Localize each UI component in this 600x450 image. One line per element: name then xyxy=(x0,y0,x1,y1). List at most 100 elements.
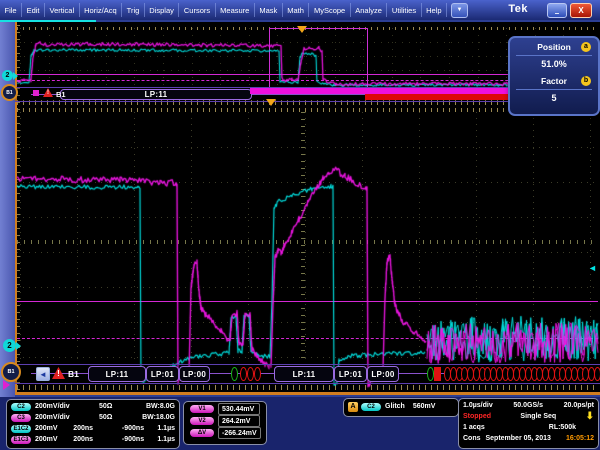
menu-edit[interactable]: Edit xyxy=(22,3,45,17)
menu-display[interactable]: Display xyxy=(145,3,180,17)
acq-mode: Single Seq xyxy=(520,413,556,420)
acq-count: 1 acqs xyxy=(463,424,485,431)
time: 16:05:12 xyxy=(566,435,594,442)
channel3-marker[interactable] xyxy=(3,380,10,390)
menu-file[interactable]: File xyxy=(0,3,22,17)
trigger-readout-panel: A C2 Glitch 560mV xyxy=(343,398,459,417)
grid-line xyxy=(106,28,107,86)
date: September 05, 2013 xyxy=(486,435,551,442)
bus-bar-main: ◄ ! B1 LP:11LP:01LP:00LP:11LP:01LP:00 xyxy=(15,364,600,384)
menu-cursors[interactable]: Cursors xyxy=(179,3,215,17)
channel2-marker[interactable]: 2 xyxy=(3,339,16,352)
channel-row: E1C3200mV200ns-900ns1.1µs xyxy=(7,434,179,445)
channel-readout-panel: C2200mV/div50ΩBW:8.0GC3200mV/div50ΩBW:18… xyxy=(6,399,180,449)
bus-b1-badge-main[interactable]: B1 xyxy=(1,362,21,382)
trigger-source-badge: C2 xyxy=(361,403,381,411)
grid-line xyxy=(420,28,421,86)
bus-segment: LP:00 xyxy=(367,366,399,382)
close-button[interactable]: X xyxy=(570,3,592,18)
tek-logo: Tek xyxy=(508,3,528,15)
grid-line xyxy=(449,28,450,86)
bus-segment: LP:11 xyxy=(88,366,146,382)
record-length: RL:500k xyxy=(549,424,576,431)
menu-myscope[interactable]: MyScope xyxy=(309,3,350,17)
channel-badge[interactable]: C2 xyxy=(11,403,31,411)
channel-row: E1C2200mV200ns-900ns1.1µs xyxy=(7,423,179,434)
bus-warning-icon: ! xyxy=(43,88,53,97)
factor-row: Factor b xyxy=(510,72,598,89)
bus-expand-icon[interactable]: ◄ xyxy=(36,367,50,381)
channel-row: C3200mV/div50ΩBW:18.0G xyxy=(7,412,179,423)
grid-line xyxy=(134,28,135,86)
bus-event-glyph xyxy=(254,367,261,381)
grid-line xyxy=(248,112,249,362)
minimize-button[interactable]: – xyxy=(547,3,567,18)
cons-label: Cons xyxy=(463,435,481,442)
bus-segment: LP:11 xyxy=(60,89,252,100)
menu-more-button[interactable]: ▼ xyxy=(451,3,468,18)
bus-event-glyph xyxy=(247,367,254,381)
zoom-position-marker[interactable] xyxy=(266,99,276,106)
grid-line xyxy=(20,28,21,86)
menu-measure[interactable]: Measure xyxy=(216,3,255,17)
bus-marker-icon xyxy=(33,90,39,96)
knob-b-icon[interactable]: b xyxy=(581,76,591,86)
trigger-a-icon: A xyxy=(348,402,358,412)
acquisition-readout-panel: 1.0µs/div 50.0GS/s 20.0ps/pt Stopped Sin… xyxy=(458,398,599,449)
position-row: Position a xyxy=(510,38,598,55)
cursor-line-v1[interactable] xyxy=(17,301,598,302)
grid-line xyxy=(17,252,598,253)
sample-rate: 50.0GS/s xyxy=(513,402,543,409)
channel-cell: -900ns xyxy=(106,425,144,432)
bus-event-glyph xyxy=(240,367,247,381)
main-right-marker-icon[interactable]: ◄ xyxy=(588,264,597,272)
bus-name-label: B1 xyxy=(68,369,79,379)
grid-line xyxy=(77,28,78,86)
channel-cell: 200ns xyxy=(73,436,106,443)
cursor-row: V2264.2mV xyxy=(186,415,264,427)
position-value[interactable]: 51.0% xyxy=(510,56,598,72)
grid-line xyxy=(191,112,192,362)
cursor-badge: V1 xyxy=(190,405,214,413)
grid-line xyxy=(392,28,393,86)
down-arrow-icon[interactable]: ⬇ xyxy=(586,413,594,421)
timebase: 1.0µs/div xyxy=(463,402,493,409)
channel-badge[interactable]: E1C2 xyxy=(11,425,31,433)
channel2-marker-overview[interactable]: 2 xyxy=(2,70,13,81)
menu-trig[interactable]: Trig xyxy=(122,3,145,17)
channel-cell: BW:18.0G xyxy=(125,414,175,421)
grid-line xyxy=(249,28,250,86)
grid-line xyxy=(590,112,591,362)
bus-segment: LP:11 xyxy=(274,366,334,382)
channel-cell: 1.1µs xyxy=(144,436,175,443)
bus-event-glyph xyxy=(594,367,600,381)
factor-label: Factor xyxy=(541,76,567,86)
knob-a-icon[interactable]: a xyxy=(581,42,591,52)
position-label: Position xyxy=(537,42,571,52)
menu-horizacq[interactable]: Horiz/Acq xyxy=(80,3,123,17)
menu-math[interactable]: Math xyxy=(283,3,310,17)
grid-line xyxy=(476,112,477,362)
cursor-value: -266.24mV xyxy=(218,427,261,439)
menu-analyze[interactable]: Analyze xyxy=(351,3,388,17)
grid-line xyxy=(17,322,598,323)
menu-vertical[interactable]: Vertical xyxy=(45,3,80,17)
channel-cell: -900ns xyxy=(106,436,144,443)
channel-cell: 1.1µs xyxy=(144,425,175,432)
channel-cell: BW:8.0G xyxy=(125,403,175,410)
menu-utilities[interactable]: Utilities xyxy=(387,3,421,17)
channel-badge[interactable]: E1C3 xyxy=(11,436,31,444)
menu-mask[interactable]: Mask xyxy=(255,3,283,17)
trigger-position-marker[interactable] xyxy=(297,26,307,33)
bus-event-glyph xyxy=(231,367,238,381)
cursor-line-v2[interactable] xyxy=(17,338,598,339)
grid-line xyxy=(17,357,598,358)
channel-badge[interactable]: C3 xyxy=(11,414,31,422)
factor-value[interactable]: 5 xyxy=(510,90,598,106)
oscilloscope-screen: FileEditVerticalHoriz/AcqTrigDisplayCurs… xyxy=(0,0,600,450)
bus-b1-badge-overview[interactable]: B1 xyxy=(1,84,18,101)
grid-line xyxy=(20,112,21,362)
menu-help[interactable]: Help xyxy=(422,3,447,17)
channel-row: C2200mV/div50ΩBW:8.0G xyxy=(7,401,179,412)
top-cyan-line xyxy=(0,20,96,22)
